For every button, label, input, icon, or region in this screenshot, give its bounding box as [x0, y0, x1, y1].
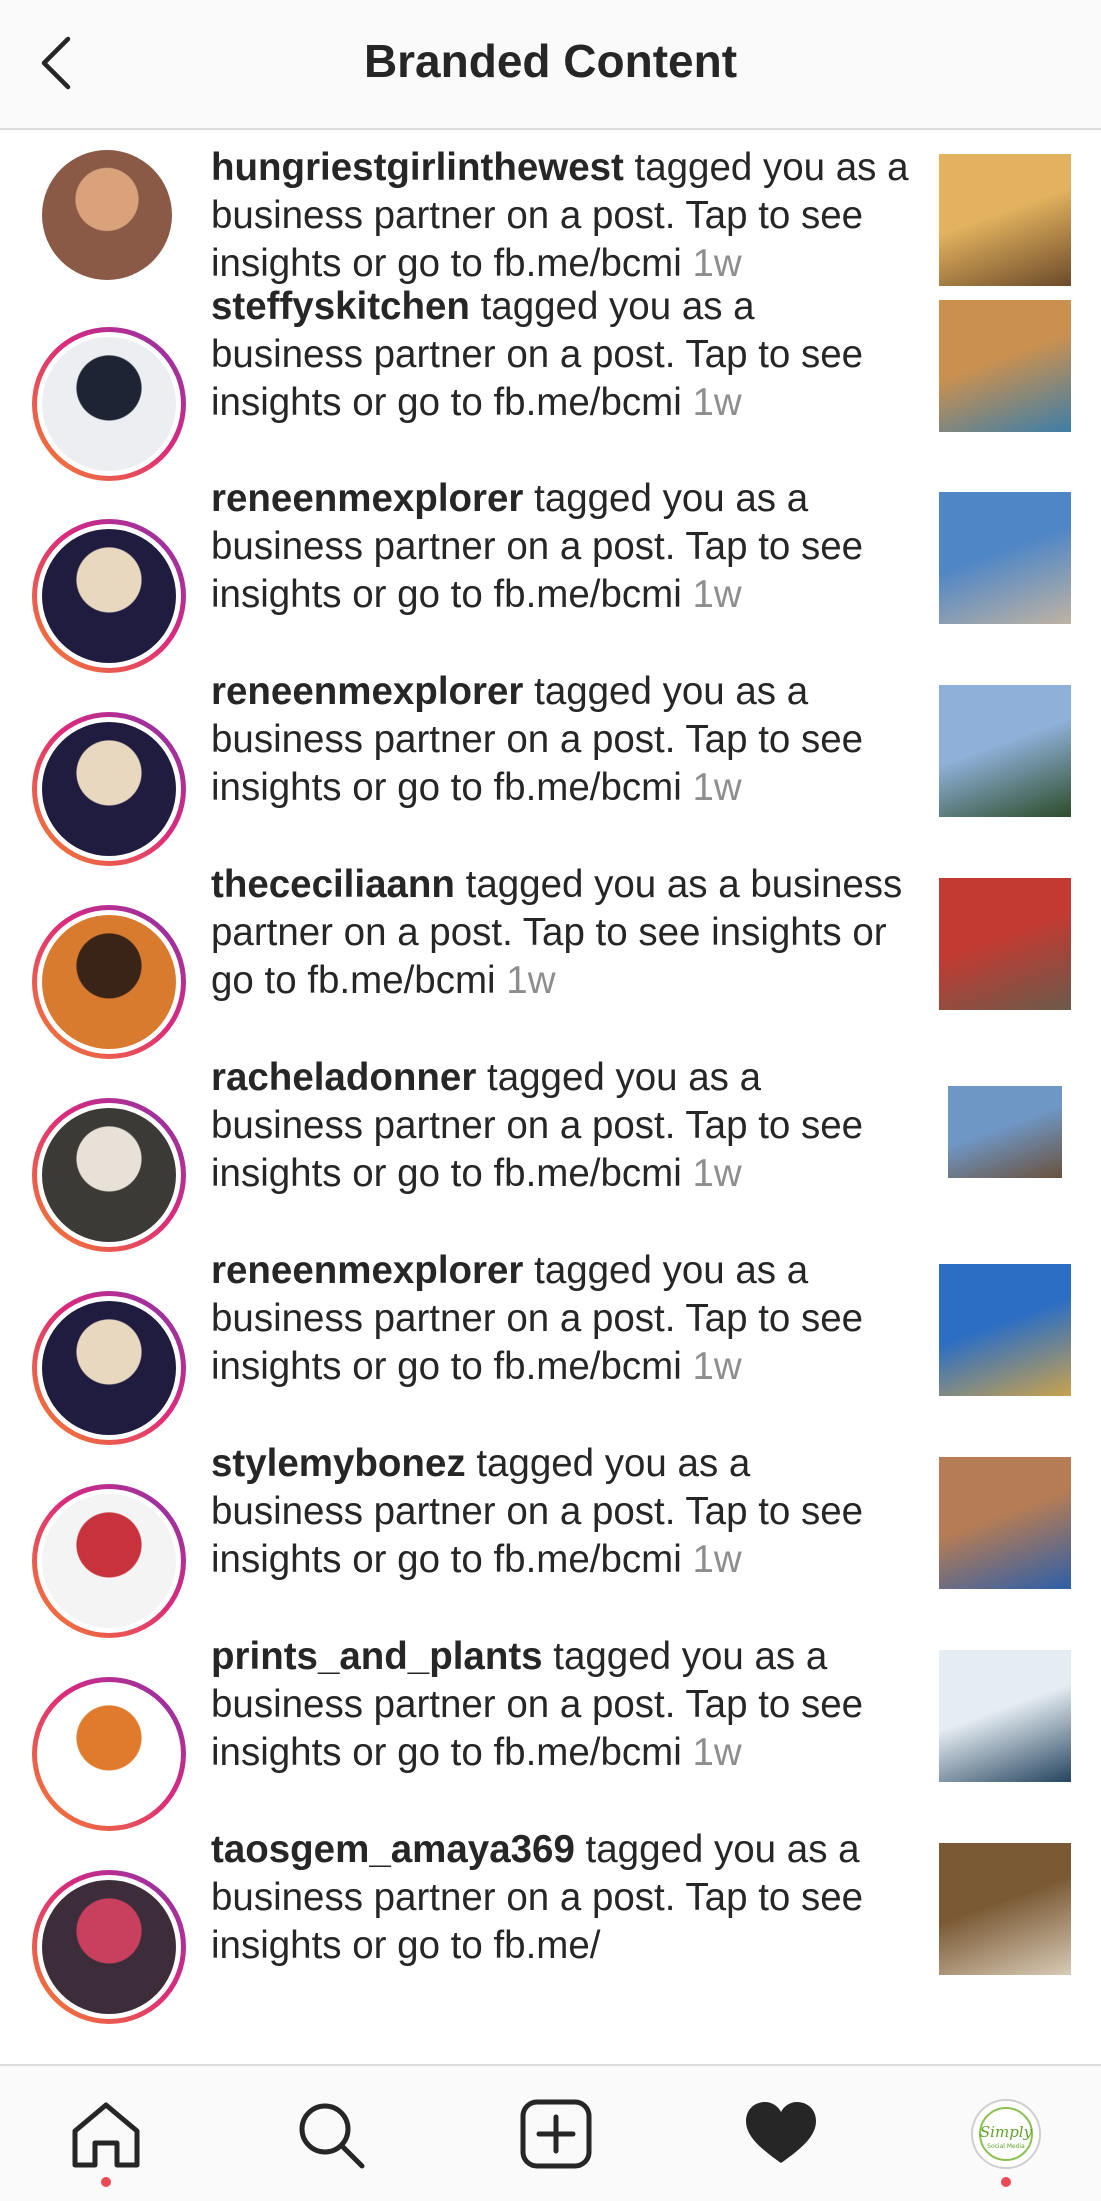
user-avatar[interactable]: [32, 519, 186, 673]
notification-row[interactable]: stylemybonez tagged you as a business pa…: [0, 1432, 1101, 1638]
post-thumbnail[interactable]: [939, 492, 1071, 624]
notification-text: reneenmexplorer tagged you as a business…: [211, 668, 911, 812]
home-icon: [72, 2102, 140, 2167]
home-activity-dot: [101, 2177, 111, 2187]
notification-list[interactable]: hungriestgirlinthewest tagged you as a b…: [0, 130, 1101, 2064]
post-thumbnail[interactable]: [939, 1843, 1071, 1975]
profile-avatar-icon: Simply Social Media: [971, 2098, 1041, 2169]
add-post-icon: [520, 2099, 592, 2168]
notification-row[interactable]: taosgem_amaya369 tagged you as a busines…: [0, 1818, 1101, 2024]
notification-row[interactable]: racheladonner tagged you as a business p…: [0, 1046, 1101, 1252]
notification-text: racheladonner tagged you as a business p…: [211, 1054, 911, 1198]
notification-username[interactable]: racheladonner: [211, 1056, 476, 1099]
heart-icon: [746, 2101, 816, 2163]
post-thumbnail[interactable]: [948, 1086, 1062, 1178]
notification-time: 1w: [692, 766, 742, 809]
user-avatar[interactable]: [32, 1484, 186, 1638]
notification-text: taosgem_amaya369 tagged you as a busines…: [211, 1826, 911, 1970]
post-thumbnail[interactable]: [939, 1457, 1071, 1589]
bottom-nav: Simply Social Media: [0, 2064, 1101, 2201]
notification-time: 1w: [692, 1345, 742, 1388]
user-avatar[interactable]: [32, 1870, 186, 2024]
notification-row[interactable]: prints_and_plants tagged you as a busine…: [0, 1625, 1101, 1831]
profile-activity-dot: [1001, 2177, 1011, 2187]
user-avatar[interactable]: [32, 1098, 186, 1252]
svg-text:Social Media: Social Media: [987, 2143, 1025, 2150]
nav-home[interactable]: [46, 2066, 166, 2201]
notification-username[interactable]: reneenmexplorer: [211, 670, 523, 713]
post-thumbnail[interactable]: [939, 878, 1071, 1010]
notification-username[interactable]: reneenmexplorer: [211, 477, 523, 520]
notification-row[interactable]: reneenmexplorer tagged you as a business…: [0, 467, 1101, 673]
notification-username[interactable]: steffyskitchen: [211, 285, 470, 328]
notification-text: prints_and_plants tagged you as a busine…: [211, 1633, 911, 1777]
notification-row[interactable]: steffyskitchen tagged you as a business …: [0, 275, 1101, 481]
post-thumbnail[interactable]: [939, 300, 1071, 432]
notification-username[interactable]: prints_and_plants: [211, 1635, 543, 1678]
user-avatar[interactable]: [42, 150, 172, 280]
notification-username[interactable]: stylemybonez: [211, 1442, 466, 1485]
svg-text:Simply: Simply: [980, 2123, 1033, 2141]
notification-text: thececiliaann tagged you as a business p…: [211, 861, 911, 1005]
nav-new-post[interactable]: [496, 2066, 616, 2201]
user-avatar[interactable]: [32, 905, 186, 1059]
notification-username[interactable]: taosgem_amaya369: [211, 1828, 575, 1871]
page-title: Branded Content: [363, 35, 738, 87]
notification-username[interactable]: reneenmexplorer: [211, 1249, 523, 1292]
notification-time: 1w: [506, 959, 556, 1002]
user-avatar[interactable]: [32, 1677, 186, 1831]
notification-text: stylemybonez tagged you as a business pa…: [211, 1440, 911, 1584]
notification-time: 1w: [692, 1731, 742, 1774]
nav-profile[interactable]: Simply Social Media: [946, 2066, 1066, 2201]
post-thumbnail[interactable]: [939, 1264, 1071, 1396]
search-icon: [299, 2103, 365, 2168]
notification-username[interactable]: hungriestgirlinthewest: [211, 146, 624, 189]
user-avatar[interactable]: [32, 712, 186, 866]
notification-text: hungriestgirlinthewest tagged you as a b…: [211, 144, 911, 288]
notification-text: steffyskitchen tagged you as a business …: [211, 283, 911, 427]
post-thumbnail[interactable]: [939, 1650, 1071, 1782]
notification-time: 1w: [692, 1538, 742, 1581]
user-avatar[interactable]: [32, 327, 186, 481]
notification-text: reneenmexplorer tagged you as a business…: [211, 1247, 911, 1391]
notification-row[interactable]: reneenmexplorer tagged you as a business…: [0, 660, 1101, 866]
post-thumbnail[interactable]: [939, 154, 1071, 286]
header-bar: Branded Content: [0, 0, 1101, 130]
notification-row[interactable]: reneenmexplorer tagged you as a business…: [0, 1239, 1101, 1445]
notification-time: 1w: [692, 1152, 742, 1195]
post-thumbnail[interactable]: [939, 685, 1071, 817]
user-avatar[interactable]: [32, 1291, 186, 1445]
notification-row[interactable]: thececiliaann tagged you as a business p…: [0, 853, 1101, 1059]
notification-time: 1w: [692, 381, 742, 424]
nav-search[interactable]: [271, 2066, 391, 2201]
nav-activity[interactable]: [721, 2066, 841, 2201]
notification-text: reneenmexplorer tagged you as a business…: [211, 475, 911, 619]
notification-time: 1w: [692, 573, 742, 616]
notification-username[interactable]: thececiliaann: [211, 863, 455, 906]
